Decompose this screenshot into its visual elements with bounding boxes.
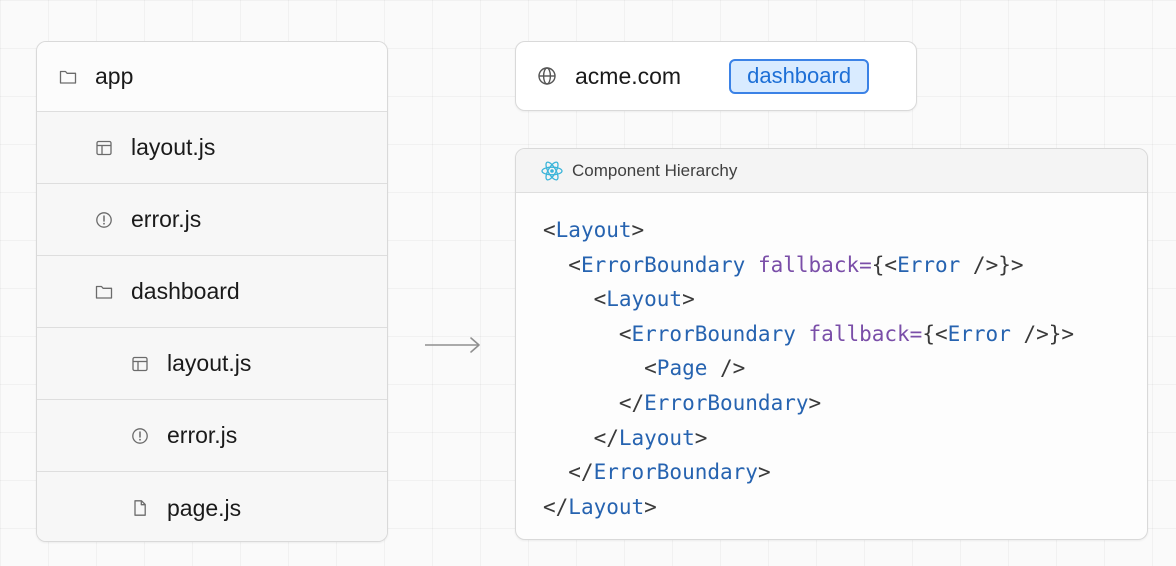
- code-line: </Layout>: [543, 421, 1074, 456]
- code-line: </ErrorBoundary>: [543, 386, 1074, 421]
- code-token-punct: >: [757, 460, 771, 485]
- code-line: <ErrorBoundary fallback={<Error />}>: [543, 317, 1074, 352]
- file-tree-label: error.js: [131, 206, 202, 232]
- code-token-punct: </: [593, 425, 619, 450]
- code-token-punct: />}>: [1010, 321, 1075, 346]
- code-token-punct: </: [618, 390, 645, 415]
- code-token-punct: />: [707, 356, 746, 381]
- code-token-tag: Layout: [618, 425, 695, 450]
- code-token-punct: {<: [922, 321, 948, 346]
- code-token-tag: ErrorBoundary: [631, 321, 796, 346]
- panel-title: Component Hierarchy: [572, 160, 738, 180]
- code-line: <Page />: [543, 351, 1074, 386]
- code-token-tag: ErrorBoundary: [593, 460, 758, 485]
- code-token-attr: fallback=: [757, 252, 872, 277]
- file-tree-label: error.js: [167, 422, 238, 448]
- file-tree-row[interactable]: layout.js: [37, 328, 387, 400]
- code-token-punct: >: [682, 287, 695, 312]
- url-bar: acme.com dashboard: [515, 41, 917, 111]
- url-active-segment: dashboard: [729, 58, 870, 94]
- code-line: <Layout>: [543, 282, 1074, 317]
- code-token-punct: >: [631, 218, 645, 242]
- code-token-tag: ErrorBoundary: [580, 252, 746, 277]
- file-tree: app layout.js error.js dashboard layout.js er…: [36, 41, 388, 542]
- code-token-punct: <: [618, 321, 632, 346]
- code-token-punct: >: [644, 494, 657, 519]
- code-line: <ErrorBoundary fallback={<Error />}>: [543, 248, 1074, 283]
- arrow-right-icon: [425, 337, 480, 353]
- file-tree-row[interactable]: layout.js: [37, 112, 387, 184]
- error-file-icon: [131, 427, 149, 445]
- layout-file-icon: [95, 139, 113, 157]
- code-token-punct: >: [694, 425, 708, 450]
- code-line: </Layout>: [543, 490, 1074, 525]
- code-token-punct: <: [644, 356, 657, 381]
- error-file-icon: [95, 211, 113, 229]
- url-domain: acme.com: [575, 62, 682, 89]
- file-tree-row[interactable]: app: [37, 42, 387, 112]
- file-tree-row[interactable]: dashboard: [37, 256, 387, 328]
- file-tree-label: page.js: [167, 494, 242, 521]
- code-token-punct: <: [593, 287, 607, 312]
- code-token-punct: >: [808, 390, 822, 415]
- file-tree-label: dashboard: [131, 278, 240, 304]
- code-token-punct: </: [543, 494, 569, 519]
- panel-header: Component Hierarchy: [516, 149, 1147, 193]
- file-tree-label: app: [95, 63, 134, 89]
- code-token-punct: />}>: [960, 252, 1024, 277]
- code-line: </ErrorBoundary>: [543, 455, 1074, 490]
- file-tree-row[interactable]: page.js: [37, 472, 387, 541]
- code-token-tag: Layout: [555, 218, 632, 242]
- file-tree-label: layout.js: [131, 134, 216, 160]
- code-token-punct: {<: [871, 252, 898, 277]
- folder-icon: [59, 68, 77, 86]
- code-token-punct: [745, 253, 758, 277]
- code-token-punct: <: [543, 218, 556, 242]
- file-tree-label: layout.js: [167, 350, 252, 376]
- file-tree-row[interactable]: error.js: [37, 184, 387, 256]
- code-token-punct: <: [568, 252, 581, 277]
- file-tree-row[interactable]: error.js: [37, 400, 387, 472]
- code-token-tag: Page: [656, 356, 708, 381]
- code-line: <Layout>: [543, 213, 1074, 248]
- globe-icon: [537, 66, 557, 86]
- code-token-tag: ErrorBoundary: [644, 390, 809, 415]
- component-hierarchy-panel: Component Hierarchy <Layout> <ErrorBounda…: [515, 148, 1148, 540]
- react-icon: [540, 159, 564, 183]
- layout-file-icon: [131, 355, 149, 373]
- code-token-tag: Layout: [568, 494, 645, 519]
- code-token-punct: </: [568, 460, 594, 485]
- code-token-punct: [796, 322, 809, 346]
- page-file-icon: [131, 499, 149, 517]
- code-token-tag: Error: [897, 252, 961, 277]
- code-token-tag: Error: [947, 321, 1011, 346]
- code-block: <Layout> <ErrorBoundary fallback={<Error …: [543, 213, 1074, 524]
- code-token-tag: Layout: [606, 287, 683, 312]
- folder-icon: [95, 283, 113, 301]
- code-token-attr: fallback=: [808, 321, 923, 346]
